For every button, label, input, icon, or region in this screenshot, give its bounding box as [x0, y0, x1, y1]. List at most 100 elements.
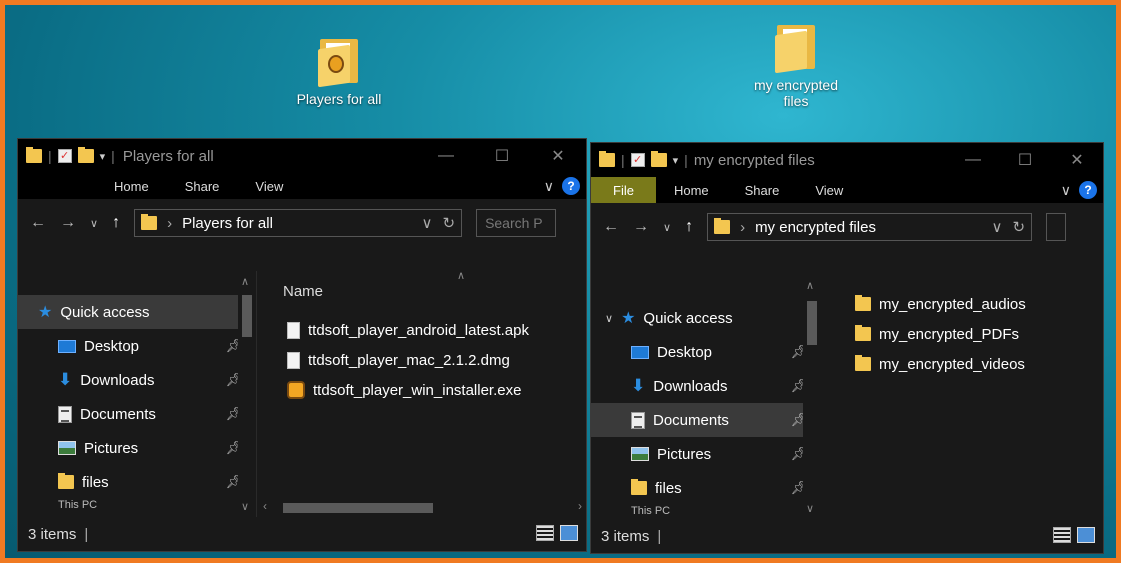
explorer-window-players: | ✓ ▾ | Players for all — ☐ ✕ Home Share…: [17, 138, 587, 552]
document-icon: [58, 405, 72, 423]
breadcrumb-separator-icon: ›: [167, 214, 173, 232]
sidebar-item-documents[interactable]: Documents 📌︎: [18, 397, 256, 431]
expand-ribbon-icon[interactable]: ∨: [544, 178, 554, 195]
back-icon[interactable]: ←: [603, 218, 619, 236]
column-header-name[interactable]: Name: [283, 283, 323, 300]
sidebar-scrollbar[interactable]: ∧ ∨: [238, 271, 256, 517]
details-view-icon[interactable]: [1053, 527, 1071, 543]
large-icons-view-icon[interactable]: [560, 525, 578, 541]
sidebar-item-pictures[interactable]: Pictures 📌︎: [591, 437, 821, 471]
item-count: 3 items: [601, 527, 650, 545]
file-name: ttdsoft_player_android_latest.apk: [308, 321, 529, 339]
close-button[interactable]: ✕: [1051, 150, 1103, 170]
address-bar[interactable]: › Players for all ∨ ↻: [134, 209, 463, 237]
refresh-icon[interactable]: ↻: [1012, 218, 1025, 236]
folder-icon: [141, 214, 158, 230]
address-dropdown-icon[interactable]: ∨: [422, 214, 433, 232]
scroll-right-icon[interactable]: ›: [578, 499, 582, 513]
sidebar-scrollbar[interactable]: ∧ ∨: [803, 275, 821, 519]
sidebar-item-quick-access[interactable]: ∨ ★ Quick access: [591, 301, 821, 335]
sidebar-item-files[interactable]: files 📌︎: [18, 465, 256, 499]
sidebar-item-pictures[interactable]: Pictures 📌︎: [18, 431, 256, 465]
file-row[interactable]: ttdsoft_player_android_latest.apk: [287, 315, 529, 345]
tab-view[interactable]: View: [237, 173, 301, 199]
sidebar-item-this-pc[interactable]: This PC: [18, 499, 256, 513]
tab-share[interactable]: Share: [727, 177, 798, 203]
sidebar-item-downloads[interactable]: ⬇ Downloads 📌︎: [18, 363, 256, 397]
sidebar-item-this-pc[interactable]: This PC: [591, 505, 821, 519]
back-icon[interactable]: ←: [30, 214, 46, 232]
address-bar[interactable]: › my encrypted files ∨ ↻: [707, 213, 1033, 241]
sidebar-item-desktop[interactable]: Desktop 📌︎: [18, 329, 256, 363]
collapse-icon[interactable]: ∨: [605, 312, 613, 325]
file-row[interactable]: my_encrypted_PDFs: [855, 319, 1026, 349]
recent-locations-icon[interactable]: ∨: [663, 221, 671, 234]
expand-ribbon-icon[interactable]: ∨: [1061, 182, 1071, 199]
item-count: 3 items: [28, 525, 77, 543]
close-button[interactable]: ✕: [530, 146, 586, 166]
new-folder-icon[interactable]: [77, 147, 94, 163]
minimize-button[interactable]: —: [418, 147, 474, 165]
forward-icon[interactable]: →: [633, 218, 649, 236]
large-icons-view-icon[interactable]: [1077, 527, 1095, 543]
navigation-bar: ← → ∨ ↑ › my encrypted files ∨ ↻: [591, 203, 1103, 251]
address-dropdown-icon[interactable]: ∨: [992, 218, 1003, 236]
properties-icon[interactable]: ✓: [630, 153, 645, 167]
properties-icon[interactable]: ✓: [57, 149, 72, 163]
tab-home[interactable]: Home: [18, 173, 167, 199]
folder-icon: [775, 23, 817, 74]
file-name: ttdsoft_player_win_installer.exe: [313, 381, 522, 399]
navigation-pane: ★ Quick access Desktop 📌︎ ⬇ Downloads 📌︎: [18, 271, 256, 517]
address-text: my encrypted files: [755, 218, 876, 236]
tab-home[interactable]: Home: [656, 177, 727, 203]
sort-indicator-icon: ∧: [457, 270, 466, 282]
customize-toolbar-icon[interactable]: ▾: [100, 150, 106, 163]
file-row[interactable]: my_encrypted_audios: [855, 289, 1026, 319]
search-input[interactable]: Search P: [476, 209, 557, 237]
up-icon[interactable]: ↑: [112, 214, 120, 232]
folder-with-logo-icon: [318, 37, 360, 88]
scroll-left-icon[interactable]: ‹: [263, 499, 267, 513]
file-list: my_encrypted_audios my_encrypted_PDFs my…: [821, 275, 1103, 519]
maximize-button[interactable]: ☐: [999, 150, 1051, 170]
desktop-icon-players-for-all[interactable]: Players for all: [279, 37, 399, 107]
tab-view[interactable]: View: [797, 177, 861, 203]
file-row[interactable]: ttdsoft_player_mac_2.1.2.dmg: [287, 345, 529, 375]
recent-locations-icon[interactable]: ∨: [90, 217, 98, 230]
scrollbar-thumb[interactable]: [807, 301, 817, 345]
new-folder-icon[interactable]: [650, 151, 667, 167]
file-icon: [287, 321, 300, 339]
forward-icon[interactable]: →: [60, 214, 76, 232]
sidebar-item-quick-access[interactable]: ★ Quick access: [18, 295, 256, 329]
scroll-up-icon[interactable]: ∧: [806, 279, 814, 292]
horizontal-scrollbar[interactable]: ‹ ›: [257, 499, 586, 517]
customize-toolbar-icon[interactable]: ▾: [673, 154, 679, 167]
search-input[interactable]: [1046, 213, 1067, 241]
sidebar-item-desktop[interactable]: Desktop 📌︎: [591, 335, 821, 369]
file-list: ∧ Name ttdsoft_player_android_latest.apk…: [256, 270, 586, 517]
window-title: my encrypted files: [693, 151, 815, 169]
details-view-icon[interactable]: [536, 525, 554, 541]
scroll-up-icon[interactable]: ∧: [241, 275, 249, 288]
desktop-icon-my-encrypted-files[interactable]: my encrypted files: [741, 23, 851, 109]
up-icon[interactable]: ↑: [685, 218, 693, 236]
tab-file[interactable]: File: [591, 177, 656, 203]
sidebar-item-downloads[interactable]: ⬇ Downloads 📌︎: [591, 369, 821, 403]
help-icon[interactable]: ?: [1079, 181, 1097, 199]
scroll-down-icon[interactable]: ∨: [806, 502, 814, 515]
sidebar-item-label: This PC: [631, 505, 671, 517]
refresh-icon[interactable]: ↻: [442, 214, 455, 232]
file-row[interactable]: my_encrypted_videos: [855, 349, 1026, 379]
maximize-button[interactable]: ☐: [474, 146, 530, 166]
file-row[interactable]: ttdsoft_player_win_installer.exe: [287, 375, 529, 405]
folder-icon: [855, 325, 871, 341]
sidebar-item-label: files: [655, 479, 682, 497]
help-icon[interactable]: ?: [562, 177, 580, 195]
scrollbar-thumb[interactable]: [283, 503, 433, 513]
sidebar-item-files[interactable]: files 📌︎: [591, 471, 821, 505]
tab-share[interactable]: Share: [167, 173, 238, 199]
sidebar-item-documents[interactable]: Documents 📌︎: [591, 403, 821, 437]
minimize-button[interactable]: —: [947, 151, 999, 169]
scrollbar-thumb[interactable]: [242, 295, 252, 337]
scroll-down-icon[interactable]: ∨: [241, 500, 249, 513]
